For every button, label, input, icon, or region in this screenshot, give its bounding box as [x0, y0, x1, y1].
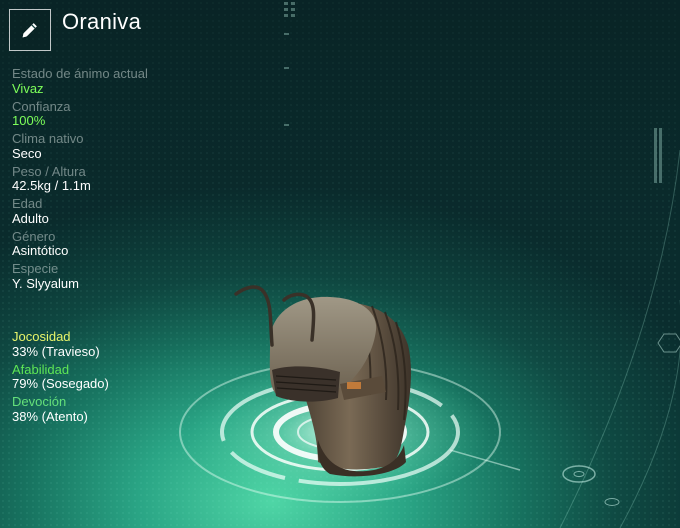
stat-label: Edad [12, 196, 43, 211]
hud-hexagon [657, 333, 680, 353]
stat-value: Seco [12, 145, 42, 161]
stat-value: Adulto [12, 210, 49, 226]
stat-species: Especie Y. Slyyalum [12, 261, 148, 291]
trait-value: 38% (Atento) [12, 408, 88, 424]
stat-trust: Confianza 100% [12, 98, 148, 129]
stat-label: Género [12, 228, 56, 244]
stat-label: Clima nativo [12, 131, 84, 146]
creature-name: Oraniva [62, 9, 142, 34]
hud-marks [284, 2, 662, 183]
trait-friendliness: Afabilidad 79% (Sosegado) [12, 361, 109, 392]
trait-label: Jocosidad [12, 329, 71, 344]
stat-age: Edad Adulto [12, 196, 148, 226]
trait-devotion: Devoción 38% (Atento) [12, 394, 109, 424]
stat-weight-height: Peso / Altura 42.5kg / 1.1m [12, 163, 148, 194]
trait-label: Devoción [12, 394, 67, 409]
stat-label: Peso / Altura [12, 163, 86, 179]
stat-value: Y. Slyyalum [12, 275, 79, 291]
stat-mood: Estado de ánimo actual Vivaz [12, 66, 148, 96]
trait-label: Afabilidad [12, 361, 70, 377]
stat-climate: Clima nativo Seco [12, 131, 148, 161]
edit-name-button[interactable] [9, 9, 51, 51]
stat-label: Confianza [12, 98, 71, 114]
hud-small-rings [562, 465, 620, 506]
stat-value: Asintótico [12, 243, 69, 258]
trait-playfulness: Jocosidad 33% (Travieso) [12, 329, 109, 359]
stat-label: Especie [12, 261, 59, 276]
stat-gender: Género Asintótico [12, 228, 148, 259]
personality-traits: Jocosidad 33% (Travieso) Afabilidad 79% … [12, 329, 109, 428]
stat-value: 100% [12, 113, 46, 128]
trait-value: 33% (Travieso) [12, 343, 100, 359]
stat-value: 42.5kg / 1.1m [12, 178, 91, 193]
stat-value: Vivaz [12, 80, 44, 96]
stat-label: Estado de ánimo actual [12, 66, 148, 81]
pencil-icon [22, 23, 37, 38]
creature-stats: Estado de ánimo actual Vivaz Confianza 1… [12, 66, 148, 295]
trait-value: 79% (Sosegado) [12, 376, 109, 391]
